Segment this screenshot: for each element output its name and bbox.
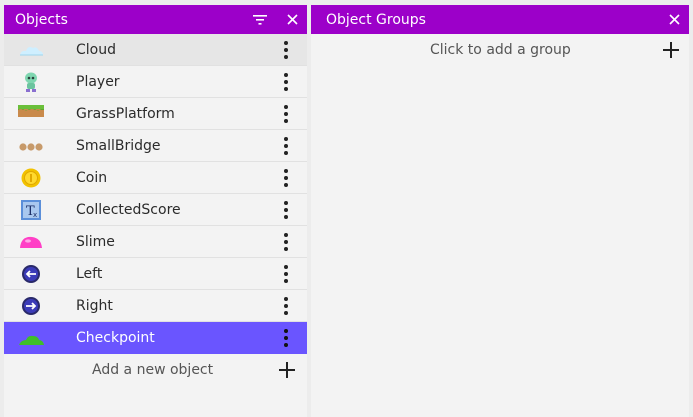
more-options-icon[interactable]	[277, 199, 295, 221]
add-object-button[interactable]: Add a new object	[4, 354, 307, 386]
object-row-smallbridge[interactable]: SmallBridge	[4, 130, 307, 162]
object-label: Cloud	[76, 41, 116, 58]
object-label: SmallBridge	[76, 137, 161, 154]
object-label: Checkpoint	[76, 329, 155, 346]
object-label: CollectedScore	[76, 201, 181, 218]
player-icon	[25, 72, 37, 92]
object-row-grassplatform[interactable]: GrassPlatform	[4, 98, 307, 130]
object-row-coin[interactable]: Coin	[4, 162, 307, 194]
more-options-icon[interactable]	[277, 135, 295, 157]
object-row-right[interactable]: Right	[4, 290, 307, 322]
text-object-icon: T x	[21, 200, 41, 220]
checkpoint-icon	[19, 335, 44, 345]
groups-title: Object Groups	[326, 11, 426, 28]
object-row-cloud[interactable]: Cloud	[4, 34, 307, 66]
add-group-label: Click to add a group	[430, 42, 571, 58]
object-label: Coin	[76, 169, 108, 186]
object-label: Left	[76, 265, 103, 282]
close-icon[interactable]	[281, 9, 303, 31]
object-groups-panel: Object Groups Click to add a group	[311, 5, 689, 417]
more-options-icon[interactable]	[277, 103, 295, 125]
objects-list: Cloud Player GrassPlatform SmallBridge C…	[4, 34, 307, 386]
object-label: Slime	[76, 233, 115, 250]
object-row-left[interactable]: Left	[4, 258, 307, 290]
plus-icon[interactable]	[279, 362, 295, 378]
close-icon[interactable]	[663, 9, 685, 31]
objects-panel: Objects Cloud Player GrassPlatform Small…	[4, 5, 307, 417]
groups-titlebar: Object Groups	[311, 5, 689, 34]
objects-title: Objects	[15, 11, 68, 28]
more-options-icon[interactable]	[277, 263, 295, 285]
object-row-player[interactable]: Player	[4, 66, 307, 98]
coin-icon	[21, 168, 41, 188]
grass-platform-icon	[18, 105, 44, 117]
svg-text:x: x	[33, 211, 37, 219]
more-options-icon[interactable]	[277, 71, 295, 93]
more-options-icon[interactable]	[277, 231, 295, 253]
plus-icon[interactable]	[663, 42, 679, 58]
cloud-icon	[20, 47, 43, 56]
object-row-collectedscore[interactable]: T x CollectedScore	[4, 194, 307, 226]
small-bridge-icon	[19, 143, 43, 151]
left-arrow-icon	[22, 265, 40, 283]
more-options-icon[interactable]	[277, 39, 295, 61]
objects-titlebar: Objects	[4, 5, 307, 34]
object-label: Player	[76, 73, 120, 90]
slime-icon	[20, 236, 42, 248]
object-row-checkpoint[interactable]: Checkpoint	[4, 322, 307, 354]
filter-icon[interactable]	[249, 9, 271, 31]
add-group-button[interactable]: Click to add a group	[311, 34, 689, 66]
object-label: GrassPlatform	[76, 105, 175, 122]
object-label: Right	[76, 297, 113, 314]
object-row-slime[interactable]: Slime	[4, 226, 307, 258]
more-options-icon[interactable]	[277, 295, 295, 317]
more-options-icon[interactable]	[277, 167, 295, 189]
more-options-icon[interactable]	[277, 327, 295, 349]
right-arrow-icon	[22, 297, 40, 315]
add-object-label: Add a new object	[92, 362, 214, 378]
